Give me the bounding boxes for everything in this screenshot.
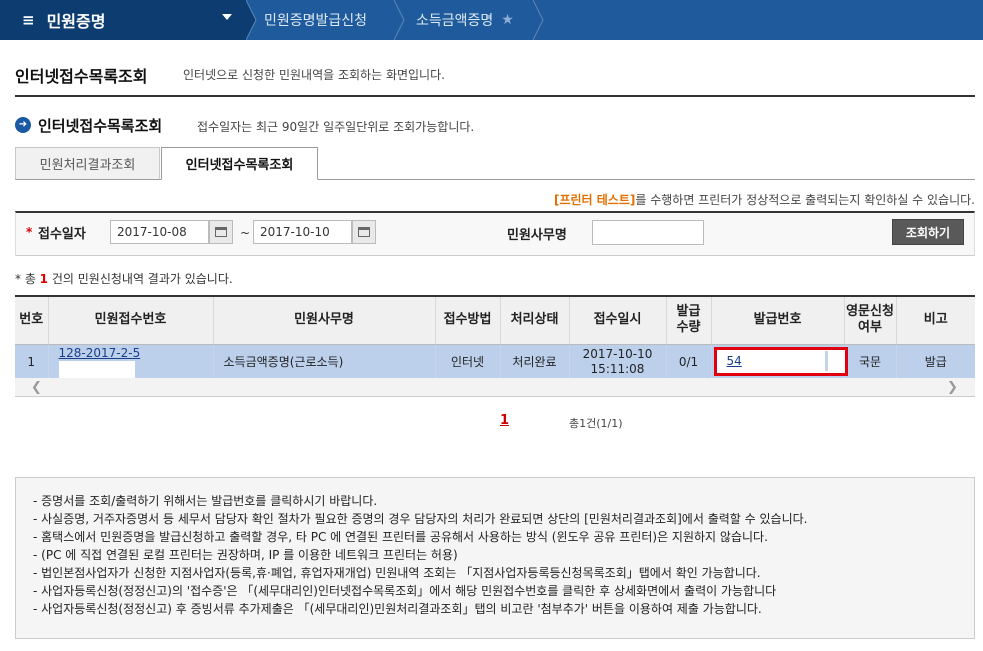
date-range-separator: ~ xyxy=(240,226,251,240)
breadcrumb-separator-icon xyxy=(394,0,405,40)
printer-test-link[interactable]: [프린터 테스트] xyxy=(554,193,635,207)
cell-receipt-no: 128-2017-2-5 xyxy=(47,344,213,381)
date-line1: 2017-10-10 xyxy=(582,347,653,361)
masked-region xyxy=(58,360,135,379)
horizontal-scrollbar[interactable]: ❮ ❯ xyxy=(15,378,975,397)
service-name-label: 민원사무명 xyxy=(507,228,567,243)
col-header-method: 접수방법 xyxy=(434,295,500,345)
breadcrumb-separator-icon xyxy=(246,0,257,40)
tab-internet-receipt-list[interactable]: 인터넷접수목록조회 xyxy=(161,147,318,180)
col-header-issue-no: 발급번호 xyxy=(710,295,844,345)
note-item: - 증명서를 조회/출력하기 위해서는 발급번호를 클릭하시기 바랍니다. xyxy=(33,494,378,508)
receipt-date-label: 접수일자 xyxy=(38,227,86,242)
date-to-calendar-button[interactable] xyxy=(352,220,376,244)
title-divider xyxy=(15,95,975,97)
top-nav-bar: ≡ 민원증명 민원증명발급신청 소득금액증명 ★ xyxy=(0,0,983,40)
result-prefix: * 총 xyxy=(15,272,40,286)
required-mark: * xyxy=(26,225,33,239)
table-header-row: 번호 민원접수번호 민원사무명 접수방법 처리상태 접수일시 발급 수량 발급번호… xyxy=(15,295,975,345)
breadcrumb-separator-icon xyxy=(533,0,544,40)
receipt-list-table: 번호 민원접수번호 민원사무명 접수방법 처리상태 접수일시 발급 수량 발급번호… xyxy=(15,295,975,381)
masked-region xyxy=(743,351,828,371)
cell-date: 2017-10-10 15:11:08 xyxy=(568,344,666,381)
eng-header-line2: 여부 xyxy=(858,320,882,336)
date-from-input[interactable]: 2017-10-08 xyxy=(110,220,209,244)
col-header-remark: 비고 xyxy=(895,295,975,345)
section-description: 접수일자는 최근 90일간 일주일단위로 조회가능합니다. xyxy=(197,120,475,134)
note-item: - 사업자등록신청(정정신고) 후 증빙서류 추가제출은 「(세무대리인)민원처… xyxy=(33,602,762,616)
cell-status: 처리완료 xyxy=(499,344,569,381)
note-item: - (PC 에 직접 연결된 로컬 프린터는 권장하며, IP 를 이용한 네트… xyxy=(33,548,458,562)
arrow-circle-icon: ➜ xyxy=(15,117,31,133)
note-item: - 홈택스에서 민원증명을 발급신청하고 출력할 경우, 타 PC 에 연결된 … xyxy=(33,530,768,544)
printer-test-text: 를 수행하면 프린터가 정상적으로 출력되는지 확인하실 수 있습니다. xyxy=(635,193,975,207)
col-header-name: 민원사무명 xyxy=(212,295,435,345)
col-header-date: 접수일시 xyxy=(568,295,666,345)
hamburger-menu-icon[interactable]: ≡ xyxy=(22,11,35,29)
eng-header-line1: 영문신청 xyxy=(846,304,894,320)
result-count: 1 xyxy=(39,272,49,286)
page-description: 인터넷으로 신청한 민원내역을 조회하는 화면입니다. xyxy=(183,68,445,82)
cell-remark: 발급 xyxy=(895,344,975,381)
main-menu-button[interactable]: ≡ 민원증명 xyxy=(0,0,246,40)
issue-no-highlight: 54 xyxy=(713,346,848,376)
menu-title[interactable]: 민원증명 xyxy=(47,8,106,32)
col-header-no: 번호 xyxy=(15,295,48,345)
issue-no-link[interactable]: 54 xyxy=(727,354,742,369)
cell-issue-no: 54 xyxy=(710,344,848,381)
cell-english: 국문 xyxy=(843,344,896,381)
tab-result-inquiry[interactable]: 민원처리결과조회 xyxy=(15,147,160,180)
scroll-right-icon[interactable]: ❯ xyxy=(947,380,958,395)
result-suffix: 건의 민원신청내역 결과가 있습니다. xyxy=(48,272,233,286)
date-line2: 15:11:08 xyxy=(590,362,645,376)
qty-header-line2: 수량 xyxy=(676,320,701,336)
qty-header-line1: 발급 xyxy=(676,304,701,320)
table-row[interactable]: 1 128-2017-2-5 소득금액증명(근로소득) 인터넷 처리완료 201… xyxy=(15,344,975,381)
note-item: - 사실증명, 거주자증명서 등 세무서 담당자 확인 절차가 필요한 증명의 … xyxy=(33,512,808,526)
favorite-star-icon[interactable]: ★ xyxy=(501,12,514,28)
search-button[interactable]: 조회하기 xyxy=(892,219,964,245)
breadcrumb-item-current[interactable]: 소득금액증명 ★ xyxy=(416,0,514,40)
cell-method: 인터넷 xyxy=(434,344,500,381)
col-header-receipt-no: 민원접수번호 xyxy=(47,295,213,345)
service-name-input[interactable] xyxy=(592,220,704,245)
breadcrumb-item-apply[interactable]: 민원증명발급신청 xyxy=(264,0,367,40)
col-header-qty: 발급 수량 xyxy=(665,295,711,345)
col-header-status: 처리상태 xyxy=(499,295,569,345)
cell-no: 1 xyxy=(15,344,48,381)
cell-qty: 0/1 xyxy=(665,344,711,381)
scroll-left-icon[interactable]: ❮ xyxy=(31,380,42,395)
calendar-icon xyxy=(358,227,370,237)
cell-name: 소득금액증명(근로소득) xyxy=(212,344,435,381)
page-title: 인터넷접수목록조회 xyxy=(15,67,148,86)
date-from-calendar-button[interactable] xyxy=(209,220,233,244)
note-item: - 법인본점사업자가 신청한 지점사업자(등록,휴·폐업, 휴업자재개업) 민원… xyxy=(33,566,761,580)
result-count-text: * 총 1 건의 민원신청내역 결과가 있습니다. xyxy=(15,270,233,287)
breadcrumb-current-label: 소득금액증명 xyxy=(416,13,494,29)
receipt-no-link[interactable]: 128-2017-2-5 xyxy=(59,346,141,360)
printer-test-notice: [프린터 테스트]를 수행하면 프린터가 정상적으로 출력되는지 확인하실 수 … xyxy=(554,191,975,208)
note-item: - 사업자등록신청(정정신고)의 '접수증'은 「(세무대리인)인터넷접수목록조… xyxy=(33,584,777,598)
page-number-link[interactable]: 1 xyxy=(500,413,509,428)
page-total: 총1건(1/1) xyxy=(569,417,623,430)
section-title: 인터넷접수목록조회 xyxy=(38,117,163,135)
date-to-input[interactable]: 2017-10-10 xyxy=(253,220,352,244)
calendar-icon xyxy=(215,227,227,237)
notes-box: - 증명서를 조회/출력하기 위해서는 발급번호를 클릭하시기 바랍니다. - … xyxy=(15,477,975,639)
col-header-english: 영문신청 여부 xyxy=(843,295,896,345)
caret-down-icon[interactable] xyxy=(222,14,232,20)
